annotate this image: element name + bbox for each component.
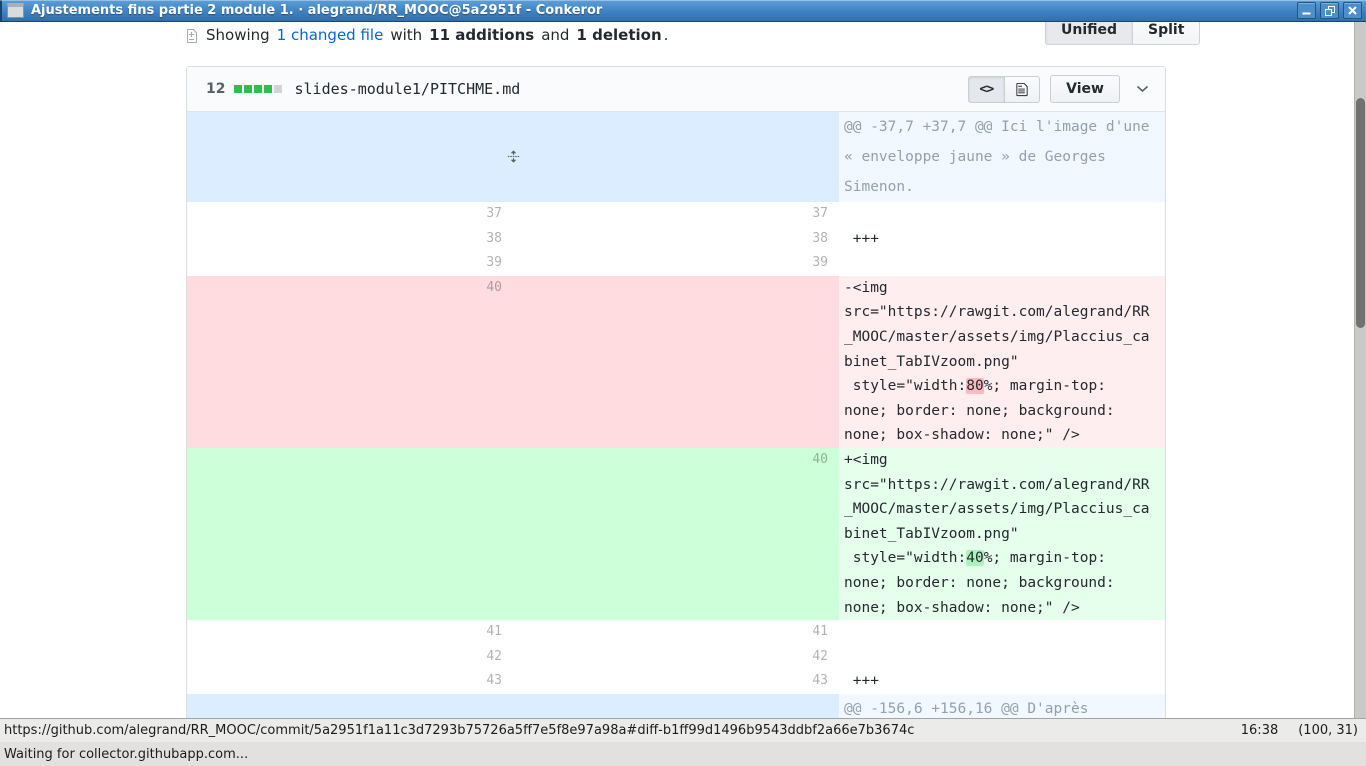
code-line: -<img src="https://rawgit.com/alegrand/R… [839, 276, 1165, 448]
diff-row-context: 4343 +++ [187, 669, 1165, 694]
status-message-row: Waiting for collector.githubapp.com... [0, 742, 1366, 766]
changed-file-panel: 12 slides-module1/PITCHME.md <> View [186, 66, 1166, 718]
additions-count: 11 additions [429, 26, 534, 44]
old-line-number[interactable]: 39 [187, 251, 513, 276]
summary-prefix: Showing [206, 26, 270, 44]
diff-row-context: 4141 [187, 620, 1165, 645]
diffstat-neutral-block [274, 85, 282, 93]
status-bar: https://github.com/alegrand/RR_MOOC/comm… [0, 718, 1366, 766]
code-line [839, 620, 1165, 645]
new-line-number[interactable]: 39 [513, 251, 839, 276]
diff-render-toggle: <> [968, 76, 1041, 103]
window-icon [7, 3, 24, 18]
summary-suffix: . [664, 26, 669, 44]
diff-view-toggle: Unified Split [1045, 22, 1200, 45]
close-button[interactable] [1343, 2, 1362, 19]
diff-row-context: 3939 [187, 251, 1165, 276]
file-options-button[interactable] [1130, 81, 1155, 97]
diff-row-context: 3737 [187, 202, 1165, 227]
hunk-header-text: @@ -156,6 +156,16 @@ D'après Frédéric Ba… [839, 694, 1165, 718]
code-line: +<img src="https://rawgit.com/alegrand/R… [839, 448, 1165, 620]
old-line-number[interactable] [187, 448, 513, 620]
diffstat-added-block [234, 85, 242, 93]
hunk-header-text: @@ -37,7 +37,7 @@ Ici l'image d'une « en… [839, 112, 1165, 202]
file-header: 12 slides-module1/PITCHME.md <> View [187, 67, 1165, 112]
file-path-link[interactable]: slides-module1/PITCHME.md [294, 80, 520, 98]
window-titlebar: Ajustements fins partie 2 module 1. · al… [0, 0, 1366, 22]
expand-hunk-button[interactable] [187, 112, 839, 202]
old-line-number[interactable]: 38 [187, 227, 513, 252]
unfold-icon [507, 148, 520, 167]
new-line-number[interactable]: 43 [513, 669, 839, 694]
diff-row-context: 4242 [187, 645, 1165, 670]
diffstat-blocks [234, 85, 282, 93]
diff-row-addition: 40+<img src="https://rawgit.com/alegrand… [187, 448, 1165, 620]
changed-lines-count: 12 [206, 81, 225, 97]
restore-button[interactable] [1320, 2, 1339, 19]
scrollbar-thumb[interactable] [1356, 98, 1365, 328]
chevron-down-icon [1136, 85, 1149, 93]
code-line [839, 645, 1165, 670]
summary-conj: and [541, 26, 569, 44]
diff-row-hunk: @@ -156,6 +156,16 @@ D'après Frédéric Ba… [187, 694, 1165, 718]
window-title: Ajustements fins partie 2 module 1. · al… [31, 3, 602, 18]
summary-middle: with [390, 26, 422, 44]
diffstat-added-block [264, 85, 272, 93]
expand-hunk-button[interactable] [187, 694, 839, 718]
code-line [839, 202, 1165, 227]
diffstat-added-block [254, 85, 262, 93]
diff-summary: Showing 1 changed file with 11 additions… [185, 23, 668, 47]
diff-table: @@ -37,7 +37,7 @@ Ici l'image d'une « en… [187, 112, 1165, 718]
diff-row-deletion: 40 -<img src="https://rawgit.com/alegrand… [187, 276, 1165, 448]
minimize-button[interactable] [1297, 2, 1316, 19]
new-line-number[interactable] [513, 276, 839, 448]
browser-window: Showing 1 changed file with 11 additions… [0, 0, 1366, 766]
diff-row-hunk: @@ -37,7 +37,7 @@ Ici l'image d'une « en… [187, 112, 1165, 202]
status-url-row: https://github.com/alegrand/RR_MOOC/comm… [0, 718, 1366, 742]
old-line-number[interactable]: 40 [187, 276, 513, 448]
rich-diff-button[interactable] [1004, 76, 1040, 103]
new-line-number[interactable]: 41 [513, 620, 839, 645]
diffstat-added-block [244, 85, 252, 93]
page-viewport: Showing 1 changed file with 11 additions… [0, 22, 1354, 718]
new-line-number[interactable]: 42 [513, 645, 839, 670]
status-time: 16:38 [1241, 723, 1278, 738]
vertical-scrollbar[interactable] [1354, 22, 1366, 718]
file-header-actions: <> View [968, 75, 1155, 103]
deletions-count: 1 deletion [576, 26, 661, 44]
new-line-number[interactable]: 40 [513, 448, 839, 620]
rich-diff-icon [1016, 82, 1028, 97]
status-caret-position: (100, 31) [1298, 723, 1358, 738]
status-url: https://github.com/alegrand/RR_MOOC/comm… [4, 723, 1241, 738]
split-view-button[interactable]: Split [1132, 22, 1200, 45]
unified-view-button[interactable]: Unified [1045, 22, 1133, 45]
diff-row-context: 3838 +++ [187, 227, 1165, 252]
old-line-number[interactable]: 37 [187, 202, 513, 227]
new-line-number[interactable]: 38 [513, 227, 839, 252]
source-diff-button[interactable]: <> [968, 76, 1006, 103]
code-line: +++ [839, 227, 1165, 252]
removed-word: 80 [966, 378, 983, 394]
view-file-button[interactable]: View [1050, 75, 1120, 103]
code-line [839, 251, 1165, 276]
status-message: Waiting for collector.githubapp.com... [4, 747, 248, 762]
old-line-number[interactable]: 41 [187, 620, 513, 645]
status-indicators: 16:38 (100, 31) [1241, 723, 1358, 738]
old-line-number[interactable]: 43 [187, 669, 513, 694]
code-line: +++ [839, 669, 1165, 694]
added-word: 40 [966, 550, 983, 566]
old-line-number[interactable]: 42 [187, 645, 513, 670]
new-line-number[interactable]: 37 [513, 202, 839, 227]
window-controls [1297, 2, 1362, 19]
changed-file-link[interactable]: 1 changed file [277, 26, 384, 44]
file-diff-icon [185, 27, 199, 43]
